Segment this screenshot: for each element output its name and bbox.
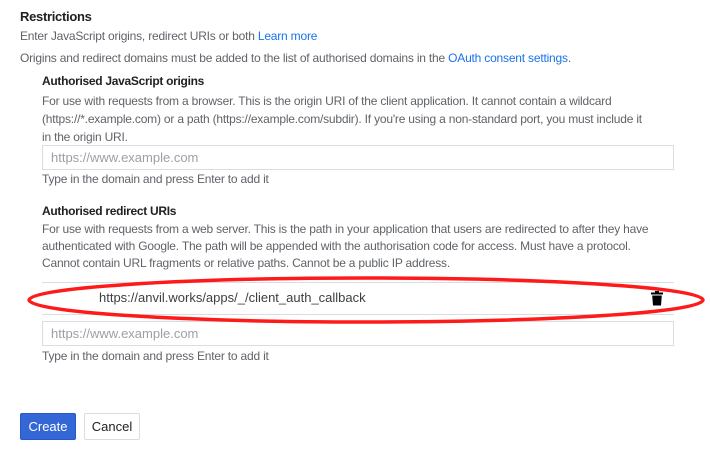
annotation-ellipse — [27, 276, 705, 324]
create-button[interactable]: Create — [20, 413, 76, 440]
cancel-button[interactable]: Cancel — [84, 413, 140, 440]
